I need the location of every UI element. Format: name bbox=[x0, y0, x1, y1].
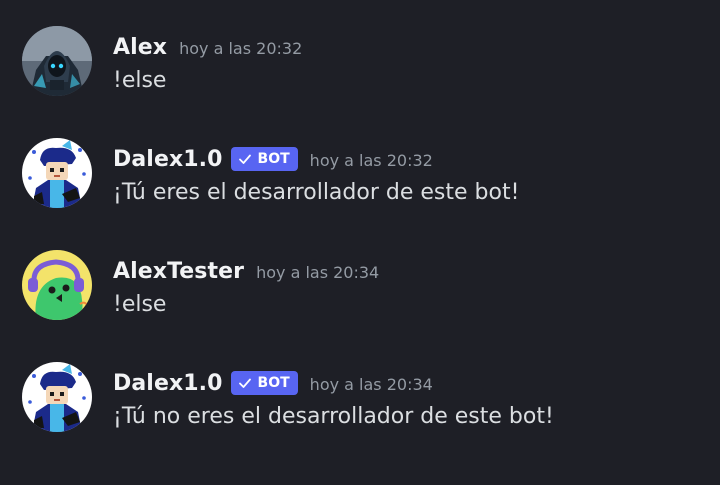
avatar[interactable] bbox=[22, 362, 92, 432]
timestamp: hoy a las 20:32 bbox=[179, 38, 303, 58]
message-item: AlexTester hoy a las 20:34 !else bbox=[0, 250, 720, 350]
hooded-figure-avatar-icon bbox=[22, 26, 92, 96]
avatar[interactable] bbox=[22, 138, 92, 208]
message-item: Dalex1.0 BOT hoy a las 20:34 ¡Tú no eres… bbox=[0, 362, 720, 462]
username[interactable]: AlexTester bbox=[113, 259, 244, 284]
avatar[interactable] bbox=[22, 250, 92, 320]
green-creature-avatar-icon bbox=[22, 250, 92, 320]
message-content: ¡Tú eres el desarrollador de este bot! bbox=[113, 180, 520, 205]
bot-tag-label: BOT bbox=[257, 151, 290, 167]
character-avatar-icon bbox=[22, 138, 92, 208]
message-header: Dalex1.0 BOT hoy a las 20:34 bbox=[113, 368, 433, 398]
check-icon bbox=[238, 378, 251, 388]
username[interactable]: Dalex1.0 bbox=[113, 147, 223, 172]
bot-tag: BOT bbox=[230, 371, 298, 395]
timestamp: hoy a las 20:32 bbox=[309, 150, 433, 170]
bot-tag-label: BOT bbox=[257, 375, 290, 391]
check-icon bbox=[238, 154, 251, 164]
username[interactable]: Dalex1.0 bbox=[113, 371, 223, 396]
chat-messages: Alex hoy a las 20:32 !else Dalex1.0 BOT … bbox=[0, 0, 720, 485]
bot-tag: BOT bbox=[230, 147, 298, 171]
message-content: ¡Tú no eres el desarrollador de este bot… bbox=[113, 404, 554, 429]
message-header: Alex hoy a las 20:32 bbox=[113, 32, 302, 62]
message-header: AlexTester hoy a las 20:34 bbox=[113, 256, 379, 286]
timestamp: hoy a las 20:34 bbox=[256, 262, 380, 282]
message-item: Alex hoy a las 20:32 !else bbox=[0, 26, 720, 126]
message-content: !else bbox=[113, 68, 167, 93]
avatar[interactable] bbox=[22, 26, 92, 96]
message-item: Dalex1.0 BOT hoy a las 20:32 ¡Tú eres el… bbox=[0, 138, 720, 238]
message-header: Dalex1.0 BOT hoy a las 20:32 bbox=[113, 144, 433, 174]
username[interactable]: Alex bbox=[113, 35, 167, 60]
character-avatar-icon bbox=[22, 362, 92, 432]
timestamp: hoy a las 20:34 bbox=[309, 374, 433, 394]
message-content: !else bbox=[113, 292, 167, 317]
